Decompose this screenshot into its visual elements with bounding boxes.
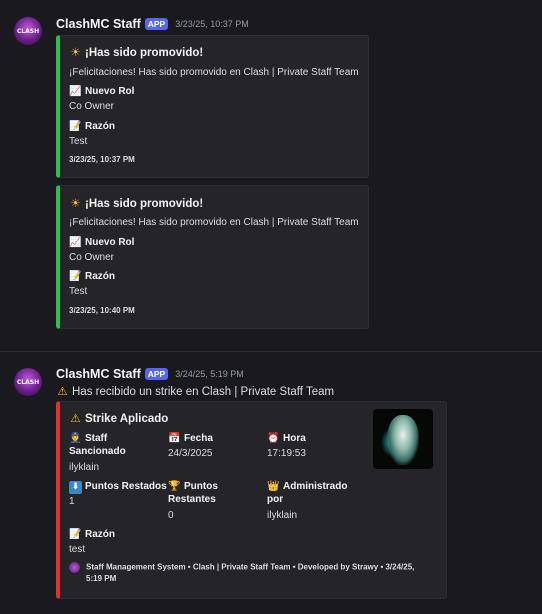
embed-footer-timestamp: 3/23/25, 10:37 PM [69, 155, 135, 164]
chart-up-icon: 📈 [69, 86, 82, 97]
field-name-puntos-restantes: 🏆 Puntos Restantes [168, 481, 218, 505]
avatar[interactable]: CLASH [14, 368, 42, 396]
message-header: ClashMC Staff APP 3/24/25, 5:19 PM [56, 367, 244, 381]
embed-footer-timestamp: 3/23/25, 10:40 PM [69, 306, 135, 315]
field-value-razon: Test [69, 286, 88, 297]
message-header: ClashMC Staff APP 3/23/25, 10:37 PM [56, 17, 249, 31]
field-name-hora: ⏰ Hora [267, 433, 306, 444]
memo-icon: 📝 [69, 121, 82, 132]
crown-icon: 👑 [267, 481, 280, 492]
message-promotion: CLASH ClashMC Staff APP 3/23/25, 10:37 P… [0, 0, 542, 340]
embed-footer: Staff Management System • Clash | Privat… [69, 562, 414, 573]
field-name-staff-sancionado: 👮 Staff Sancionado [69, 433, 126, 457]
message-strike: CLASH ClashMC Staff APP 3/24/25, 5:19 PM… [0, 360, 542, 610]
field-value-nuevo-rol: Co Owner [69, 252, 115, 263]
sun-icon: ☀ [70, 45, 81, 59]
alarm-clock-icon: ⏰ [267, 433, 280, 444]
field-value-fecha: 24/3/2025 [168, 448, 213, 459]
down-arrow-icon: ⬇ [69, 481, 82, 494]
username[interactable]: ClashMC Staff [56, 367, 141, 381]
message-divider [0, 351, 542, 352]
memo-icon: 📝 [69, 271, 82, 282]
field-name-nuevo-rol: 📈 Nuevo Rol [69, 86, 135, 97]
field-name-fecha: 📅 Fecha [168, 433, 213, 444]
avatar[interactable]: CLASH [14, 17, 42, 45]
timestamp: 3/23/25, 10:37 PM [175, 19, 249, 29]
embed-description: ¡Felicitaciones! Has sido promovido en C… [69, 67, 359, 78]
field-value-puntos-restados: 1 [69, 496, 75, 507]
field-name-razon: 📝 Razón [69, 529, 115, 540]
message-content: ⚠ Has recibido un strike en Clash | Priva… [57, 384, 335, 398]
app-badge: APP [144, 368, 169, 380]
field-value-puntos-restantes: 0 [168, 510, 174, 521]
footer-logo-icon [69, 562, 80, 573]
sun-icon: ☀ [70, 196, 81, 210]
field-value-razon: test [69, 544, 86, 555]
embed-footer-time: 5:19 PM [86, 574, 117, 583]
embed-title: ⚠ Strike Aplicado [70, 411, 169, 425]
field-value-administrado-por: ilyklain [267, 510, 298, 521]
embed-strike: ⚠ Strike Aplicado 👮 Staff Sancionado ilykla… [56, 401, 447, 599]
field-name-razon: 📝 Razón [69, 121, 115, 132]
embed-thumbnail[interactable] [373, 409, 433, 469]
timestamp: 3/24/25, 5:19 PM [175, 369, 244, 379]
embed-description: ¡Felicitaciones! Has sido promovido en C… [69, 217, 359, 228]
field-value-staff-sancionado: ilyklain [69, 462, 100, 473]
chart-up-icon: 📈 [69, 237, 82, 248]
embed-promotion-2: ☀ ¡Has sido promovido! ¡Felicitaciones! H… [56, 185, 369, 329]
field-value-nuevo-rol: Co Owner [69, 101, 115, 112]
field-name-puntos-restados: ⬇ Puntos Restados [69, 480, 167, 494]
memo-icon: 📝 [69, 529, 82, 540]
warning-icon: ⚠ [70, 411, 81, 425]
embed-title: ☀ ¡Has sido promovido! [70, 45, 204, 59]
username[interactable]: ClashMC Staff [56, 17, 141, 31]
field-value-razon: Test [69, 136, 88, 147]
field-name-administrado-por: 👑 Administrado por [267, 481, 348, 505]
field-name-razon: 📝 Razón [69, 271, 115, 282]
embed-promotion-1: ☀ ¡Has sido promovido! ¡Felicitaciones! H… [56, 35, 369, 178]
trophy-icon: 🏆 [168, 481, 181, 492]
app-badge: APP [144, 18, 169, 30]
field-name-nuevo-rol: 📈 Nuevo Rol [69, 237, 135, 248]
embed-title: ☀ ¡Has sido promovido! [70, 196, 204, 210]
police-officer-icon: 👮 [69, 433, 82, 444]
field-value-hora: 17:19:53 [267, 448, 306, 459]
calendar-icon: 📅 [168, 433, 181, 444]
warning-icon: ⚠ [57, 384, 68, 398]
